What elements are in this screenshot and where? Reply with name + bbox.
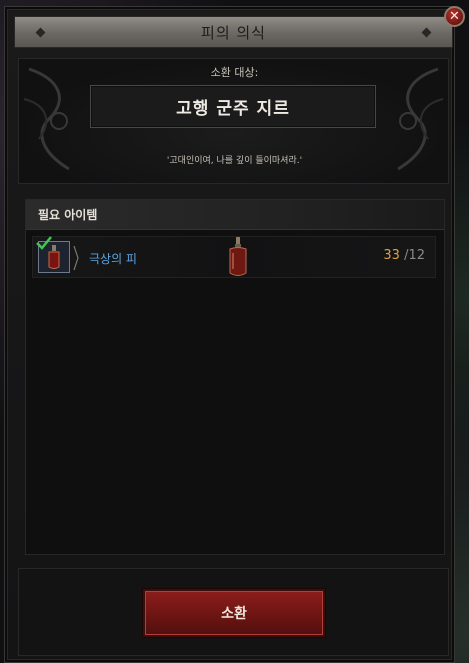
summon-target-box: 고행 군주 지르 [90,85,376,128]
summon-target-name: 고행 군주 지르 [176,99,290,119]
required-item-row[interactable]: 극상의 피 33 /12 [32,236,436,278]
summon-quote: '고대인이여, 나를 깊이 들이마셔라.' [166,156,303,166]
summon-button[interactable]: 소환 [143,589,325,637]
close-button[interactable]: ✕ [444,6,465,27]
required-items-panel: 필요 아이템 극상의 피 33 /12 [25,199,445,555]
checkmark-icon [36,236,52,250]
item-count: 33 /12 [383,248,425,263]
blood-potion-icon [229,237,247,276]
item-name: 극상의 피 [89,252,137,266]
summon-target-label: 소환 대상: [210,66,259,79]
required-items-header: 필요 아이템 [26,200,444,230]
close-icon: ✕ [449,9,460,24]
slot-arrow-icon [73,245,79,271]
item-count-need: /12 [399,248,425,263]
root: 피의 의식 ✕ 소환 대상: 고행 군주 지르 '고대인이여, 나를 깊이 들이… [0,0,469,663]
window-title: 피의 의식 [201,23,266,42]
title-bar: 피의 의식 [14,16,453,48]
summon-button-label: 소환 [221,606,247,622]
required-items-title: 필요 아이템 [38,208,98,222]
item-count-have: 33 [383,248,400,263]
